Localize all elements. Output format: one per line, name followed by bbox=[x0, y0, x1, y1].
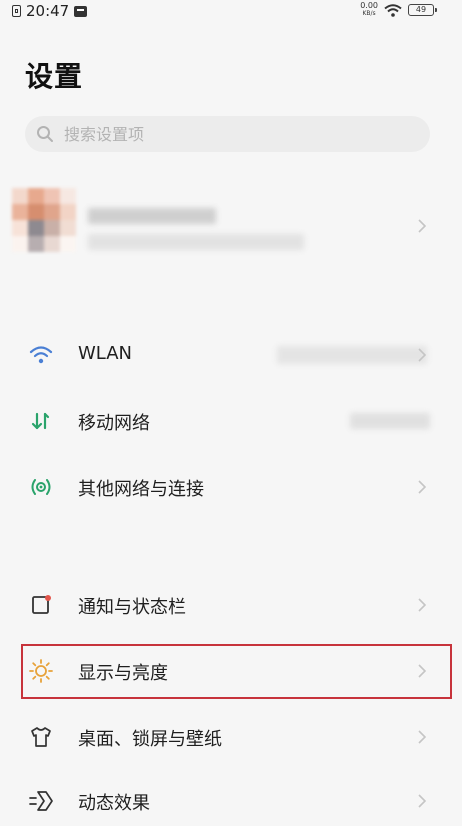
account-info-blurred bbox=[88, 234, 304, 250]
chevron-right-icon bbox=[418, 730, 427, 744]
status-right: 0.00 KB/s 49 bbox=[360, 2, 437, 18]
highlight-box bbox=[21, 644, 452, 699]
avatar[interactable] bbox=[12, 188, 76, 252]
animation-icon bbox=[28, 788, 54, 814]
message-icon bbox=[74, 5, 88, 17]
shirt-icon bbox=[28, 724, 54, 750]
settings-item-label: 桌面、锁屏与壁纸 bbox=[78, 729, 222, 750]
search-input[interactable] bbox=[62, 123, 406, 145]
settings-item-label: 动态效果 bbox=[78, 793, 150, 814]
account-name-blurred bbox=[88, 208, 216, 224]
settings-item-mobile-network[interactable]: 移动网络 bbox=[22, 396, 452, 446]
status-bar: 20:47 0.00 KB/s 49 bbox=[0, 0, 462, 22]
settings-item-wlan[interactable]: WLAN bbox=[22, 330, 452, 380]
search-icon bbox=[37, 126, 53, 142]
chevron-right-icon bbox=[418, 348, 427, 362]
chevron-right-icon bbox=[418, 480, 427, 494]
settings-item-desktop[interactable]: 桌面、锁屏与壁纸 bbox=[22, 712, 452, 762]
account-row[interactable] bbox=[0, 188, 462, 268]
connection-icon bbox=[28, 474, 54, 500]
net-speed: 0.00 KB/s bbox=[360, 2, 378, 18]
net-speed-unit: KB/s bbox=[362, 10, 376, 17]
mobile-status-blurred bbox=[350, 413, 430, 429]
settings-item-label: 其他网络与连接 bbox=[78, 479, 204, 500]
wlan-name-blurred bbox=[277, 346, 427, 364]
sim-icon bbox=[12, 5, 21, 17]
settings-item-other-network[interactable]: 其他网络与连接 bbox=[22, 462, 452, 512]
page-title: 设置 bbox=[25, 60, 84, 93]
settings-item-notification[interactable]: 通知与状态栏 bbox=[22, 580, 452, 630]
settings-item-label: 通知与状态栏 bbox=[78, 597, 186, 618]
chevron-right-icon bbox=[418, 598, 427, 612]
settings-item-label: WLAN bbox=[78, 343, 133, 364]
wifi-status-icon bbox=[384, 3, 402, 17]
net-speed-value: 0.00 bbox=[360, 1, 378, 10]
notification-icon bbox=[28, 592, 54, 618]
status-left: 20:47 bbox=[12, 2, 88, 20]
chevron-right-icon bbox=[418, 794, 427, 808]
wifi-icon bbox=[28, 342, 54, 368]
settings-item-label: 移动网络 bbox=[78, 413, 150, 434]
account-chevron-icon bbox=[418, 219, 427, 233]
search-box[interactable] bbox=[25, 116, 430, 152]
status-time: 20:47 bbox=[26, 2, 70, 20]
mobile-data-icon bbox=[28, 408, 54, 434]
battery-level: 49 bbox=[415, 5, 427, 14]
battery-icon: 49 bbox=[408, 4, 437, 16]
settings-item-animation[interactable]: 动态效果 bbox=[22, 776, 452, 826]
